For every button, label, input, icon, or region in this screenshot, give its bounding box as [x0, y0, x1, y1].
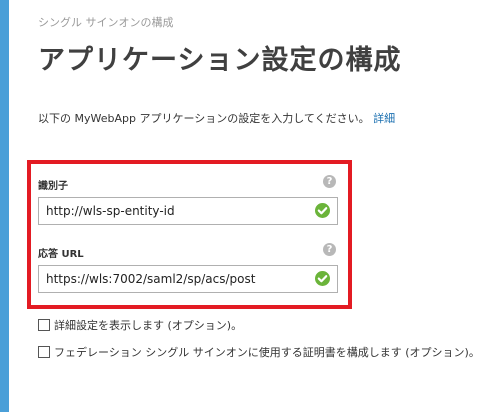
reply-url-label: 応答 URL — [38, 249, 84, 260]
identifier-valid-check-icon — [315, 203, 330, 218]
advanced-settings-option[interactable]: 詳細設定を表示します (オプション)。 — [38, 317, 242, 333]
intro-text: 以下の MyWebApp アプリケーションの設定を入力してください。 詳細 — [38, 110, 395, 126]
breadcrumb: シングル サインオンの構成 — [38, 16, 174, 29]
page-title: アプリケーション設定の構成 — [38, 45, 402, 76]
reply-url-input[interactable]: https://wls:7002/saml2/sp/acs/post — [38, 265, 338, 293]
learn-more-link[interactable]: 詳細 — [373, 112, 395, 125]
identifier-label: 識別子 — [38, 181, 68, 192]
advanced-settings-checkbox[interactable] — [38, 319, 50, 331]
certificate-label: フェデレーション シングル サインオンに使用する証明書を構成します (オプション… — [54, 346, 480, 359]
identifier-input[interactable]: http://wls-sp-entity-id — [38, 197, 338, 225]
left-accent-bar — [0, 0, 9, 412]
identifier-help-icon[interactable]: ? — [323, 175, 336, 188]
certificate-checkbox[interactable] — [38, 346, 50, 358]
reply-url-valid-check-icon — [315, 271, 330, 286]
reply-url-help-icon[interactable]: ? — [323, 243, 336, 256]
advanced-settings-label: 詳細設定を表示します (オプション)。 — [54, 319, 243, 332]
intro-description: 以下の MyWebApp アプリケーションの設定を入力してください。 — [38, 112, 370, 125]
certificate-option[interactable]: フェデレーション シングル サインオンに使用する証明書を構成します (オプション… — [38, 344, 480, 360]
